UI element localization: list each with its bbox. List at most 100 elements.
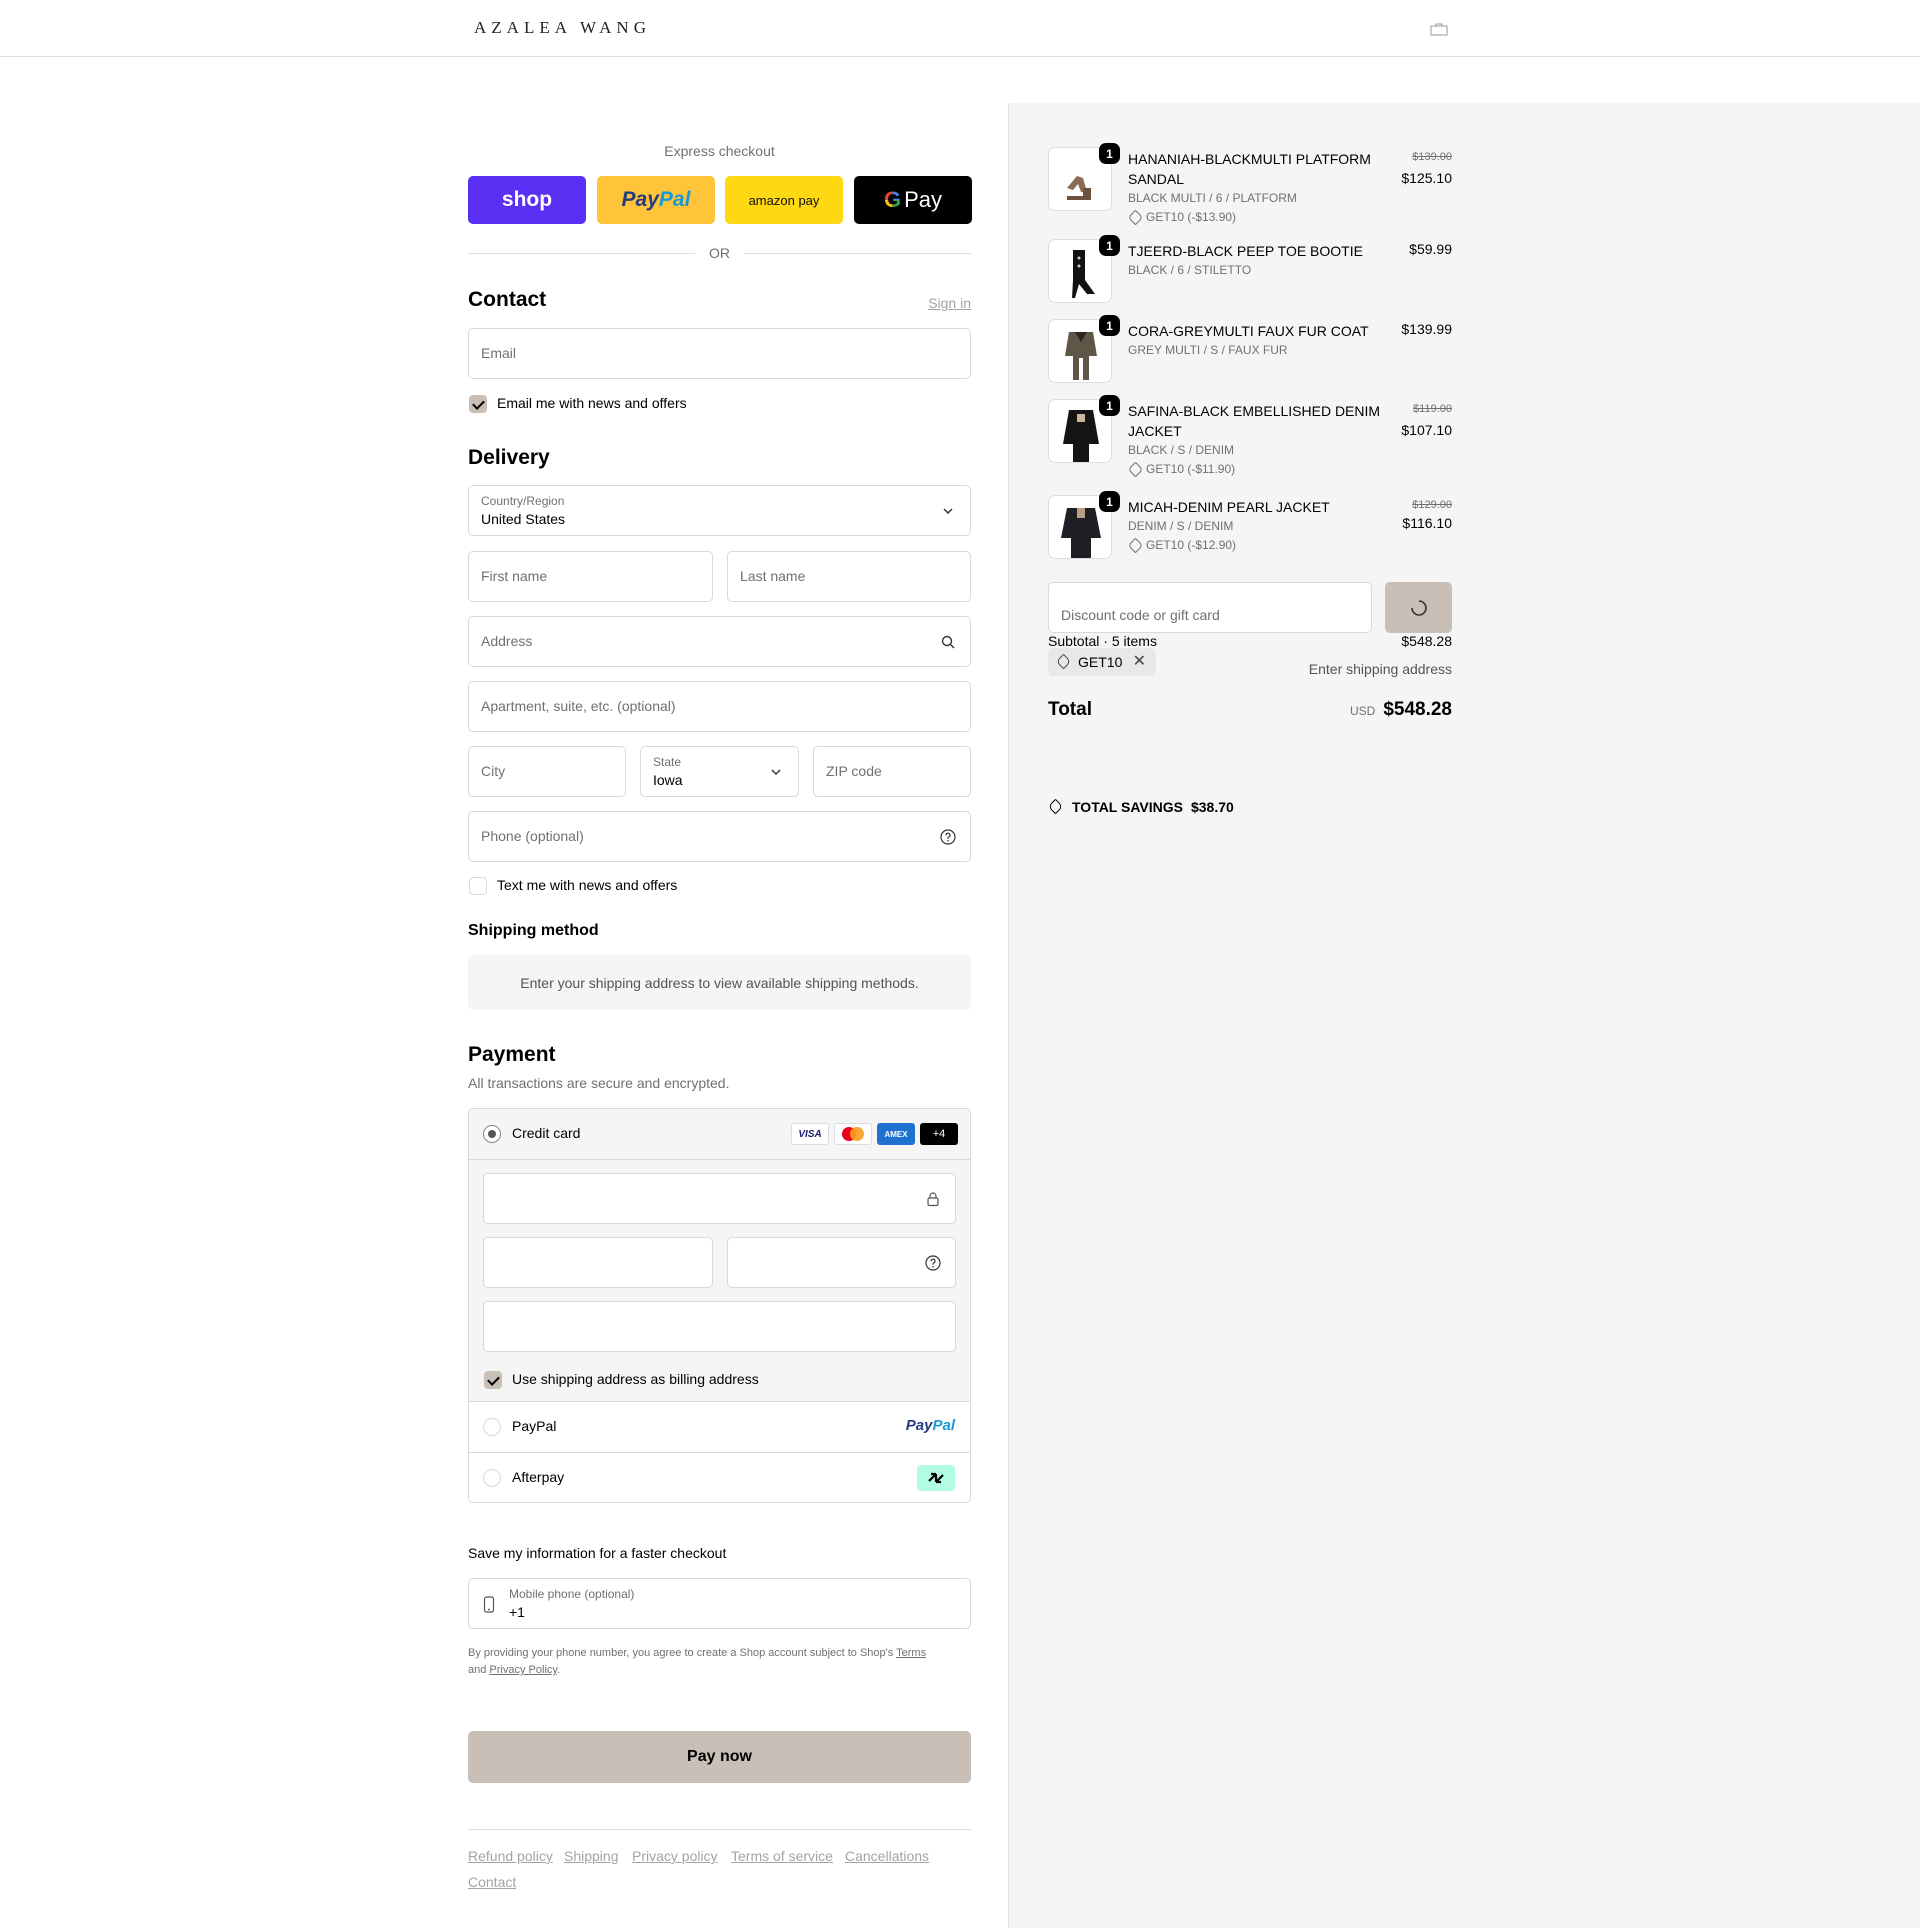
apartment-field[interactable]: Apartment, suite, etc. (optional)	[468, 681, 971, 732]
mobile-phone-icon	[483, 1596, 495, 1613]
footer-divider	[468, 1829, 971, 1830]
help-icon[interactable]	[925, 1255, 941, 1271]
currency-code: USD	[1349, 704, 1376, 718]
google-pay-button[interactable]: G Pay	[854, 176, 972, 224]
card-number-field[interactable]	[483, 1173, 956, 1224]
city-field[interactable]: City	[468, 746, 626, 797]
credit-card-label: Credit card	[512, 1125, 581, 1141]
item-variant: BLACK MULTI / 6 / PLATFORM	[1128, 191, 1297, 205]
item-variant: GREY MULTI / S / FAUX FUR	[1128, 343, 1288, 357]
first-name-field[interactable]: First name	[468, 551, 713, 602]
quantity-badge: 1	[1099, 395, 1120, 416]
mobile-phone-field[interactable]: Mobile phone (optional) +1	[468, 1578, 971, 1629]
amazon-pay-button[interactable]: amazon pay	[725, 176, 843, 224]
item-price: $59.99	[1409, 241, 1452, 257]
order-summary-panel	[1008, 103, 1920, 1928]
item-original-price: $129.00	[1412, 499, 1452, 511]
or-divider: OR	[468, 243, 971, 263]
shop-pay-button[interactable]: shop	[468, 176, 586, 224]
item-name: TJEERD-BLACK PEEP TOE BOOTIE	[1128, 243, 1363, 259]
paypal-label: PayPal	[512, 1418, 557, 1434]
discount-code-field[interactable]: Discount code or gift card	[1048, 582, 1372, 633]
contact-link[interactable]: Contact	[468, 1874, 516, 1890]
tag-icon	[1055, 653, 1072, 670]
last-name-field[interactable]: Last name	[727, 551, 971, 602]
afterpay-option[interactable]: Afterpay	[469, 1452, 970, 1502]
shipping-method-heading: Shipping method	[468, 922, 599, 939]
privacy-policy-footer-link[interactable]: Privacy policy	[632, 1848, 718, 1864]
name-on-card-field[interactable]	[483, 1301, 956, 1352]
email-news-checkbox[interactable]	[469, 395, 487, 413]
delivery-heading: Delivery	[468, 446, 550, 469]
terms-of-service-link[interactable]: Terms of service	[731, 1848, 833, 1864]
save-info-heading: Save my information for a faster checkou…	[468, 1545, 727, 1561]
quantity-badge: 1	[1099, 235, 1120, 256]
cart-bag-icon[interactable]	[1430, 22, 1448, 36]
item-price: $107.10	[1401, 422, 1452, 438]
subtotal-value: $548.28	[1401, 633, 1452, 649]
shipping-link[interactable]: Shipping	[564, 1848, 619, 1864]
country-select[interactable]: Country/Region United States	[468, 485, 971, 536]
express-checkout-title: Express checkout	[664, 143, 775, 159]
card-fields: Use shipping address as billing address	[469, 1160, 970, 1402]
item-name: CORA-GREYMULTI FAUX FUR COAT	[1128, 323, 1369, 339]
chevron-down-icon	[771, 769, 781, 776]
amex-icon: AMEX	[877, 1123, 915, 1145]
cancellations-link[interactable]: Cancellations	[845, 1848, 929, 1864]
item-original-price: $139.00	[1412, 151, 1452, 163]
phone-field[interactable]: Phone (optional)	[468, 811, 971, 862]
total-amount: USD $548.28	[1350, 699, 1452, 721]
privacy-policy-link[interactable]: Privacy Policy	[489, 1664, 557, 1676]
apply-discount-button[interactable]	[1385, 582, 1452, 633]
subtotal-label: Subtotal · 5 items	[1048, 633, 1157, 649]
quantity-badge: 1	[1099, 143, 1120, 164]
paypal-express-button[interactable]: Pay Pal	[597, 176, 715, 224]
text-news-checkbox[interactable]	[469, 877, 487, 895]
header: AZALEA WANG	[0, 0, 1920, 57]
savings-tag-icon	[1047, 798, 1064, 815]
contact-heading: Contact	[468, 288, 547, 311]
total-value: $548.28	[1383, 699, 1452, 720]
total-label: Total	[1048, 699, 1092, 720]
item-original-price: $119.00	[1413, 403, 1452, 415]
item-variant: BLACK / S / DENIM	[1128, 443, 1235, 457]
item-discount: GET10 (-$13.90)	[1128, 210, 1236, 224]
security-code-field[interactable]	[727, 1237, 956, 1288]
pay-now-button[interactable]: Pay now	[468, 1731, 971, 1783]
billing-address-checkbox[interactable]	[484, 1371, 502, 1389]
applied-discount-tag: GET10 ✕	[1048, 648, 1156, 676]
zip-field[interactable]: ZIP code	[813, 746, 971, 797]
item-name: SAFINA-BLACK EMBELLISHED DENIM JACKET	[1128, 403, 1381, 439]
chevron-down-icon	[943, 508, 953, 515]
expiration-field[interactable]	[483, 1237, 713, 1288]
credit-card-option[interactable]: Credit card VISA AMEX +4	[469, 1109, 970, 1160]
help-icon[interactable]	[940, 829, 956, 845]
quantity-badge: 1	[1099, 491, 1120, 512]
shop-legal-text: By providing your phone number, you agre…	[468, 1647, 927, 1676]
payment-heading: Payment	[468, 1043, 556, 1066]
terms-link[interactable]: Terms	[896, 1647, 926, 1659]
visa-icon: VISA	[791, 1123, 829, 1145]
paypal-option[interactable]: PayPal PayPal	[469, 1402, 970, 1452]
afterpay-label: Afterpay	[512, 1469, 565, 1485]
sign-in-link[interactable]: Sign in	[928, 295, 971, 311]
item-variant: DENIM / S / DENIM	[1128, 519, 1234, 533]
address-field[interactable]: Address	[468, 616, 971, 667]
total-savings: TOTAL SAVINGS $38.70	[1047, 798, 1234, 815]
payment-methods: Credit card VISA AMEX +4 Use shipping ad…	[468, 1108, 971, 1503]
billing-address-label: Use shipping address as billing address	[512, 1371, 759, 1387]
shipping-note: Enter shipping address	[1308, 661, 1452, 677]
paypal-radio[interactable]	[483, 1418, 501, 1436]
shipping-method-message: Enter your shipping address to view avai…	[468, 955, 971, 1010]
email-field[interactable]: Email	[468, 328, 971, 379]
item-discount: GET10 (-$11.90)	[1128, 462, 1235, 476]
item-price: $139.99	[1401, 321, 1452, 337]
remove-discount-icon[interactable]: ✕	[1133, 651, 1146, 671]
state-select[interactable]: State Iowa	[640, 746, 799, 797]
refund-policy-link[interactable]: Refund policy	[468, 1848, 553, 1864]
afterpay-radio[interactable]	[483, 1469, 501, 1487]
credit-card-radio[interactable]	[483, 1125, 501, 1143]
mastercard-icon	[834, 1123, 872, 1145]
item-name: MICAH-DENIM PEARL JACKET	[1128, 499, 1330, 515]
brand-logo[interactable]: AZALEA WANG	[474, 18, 651, 38]
